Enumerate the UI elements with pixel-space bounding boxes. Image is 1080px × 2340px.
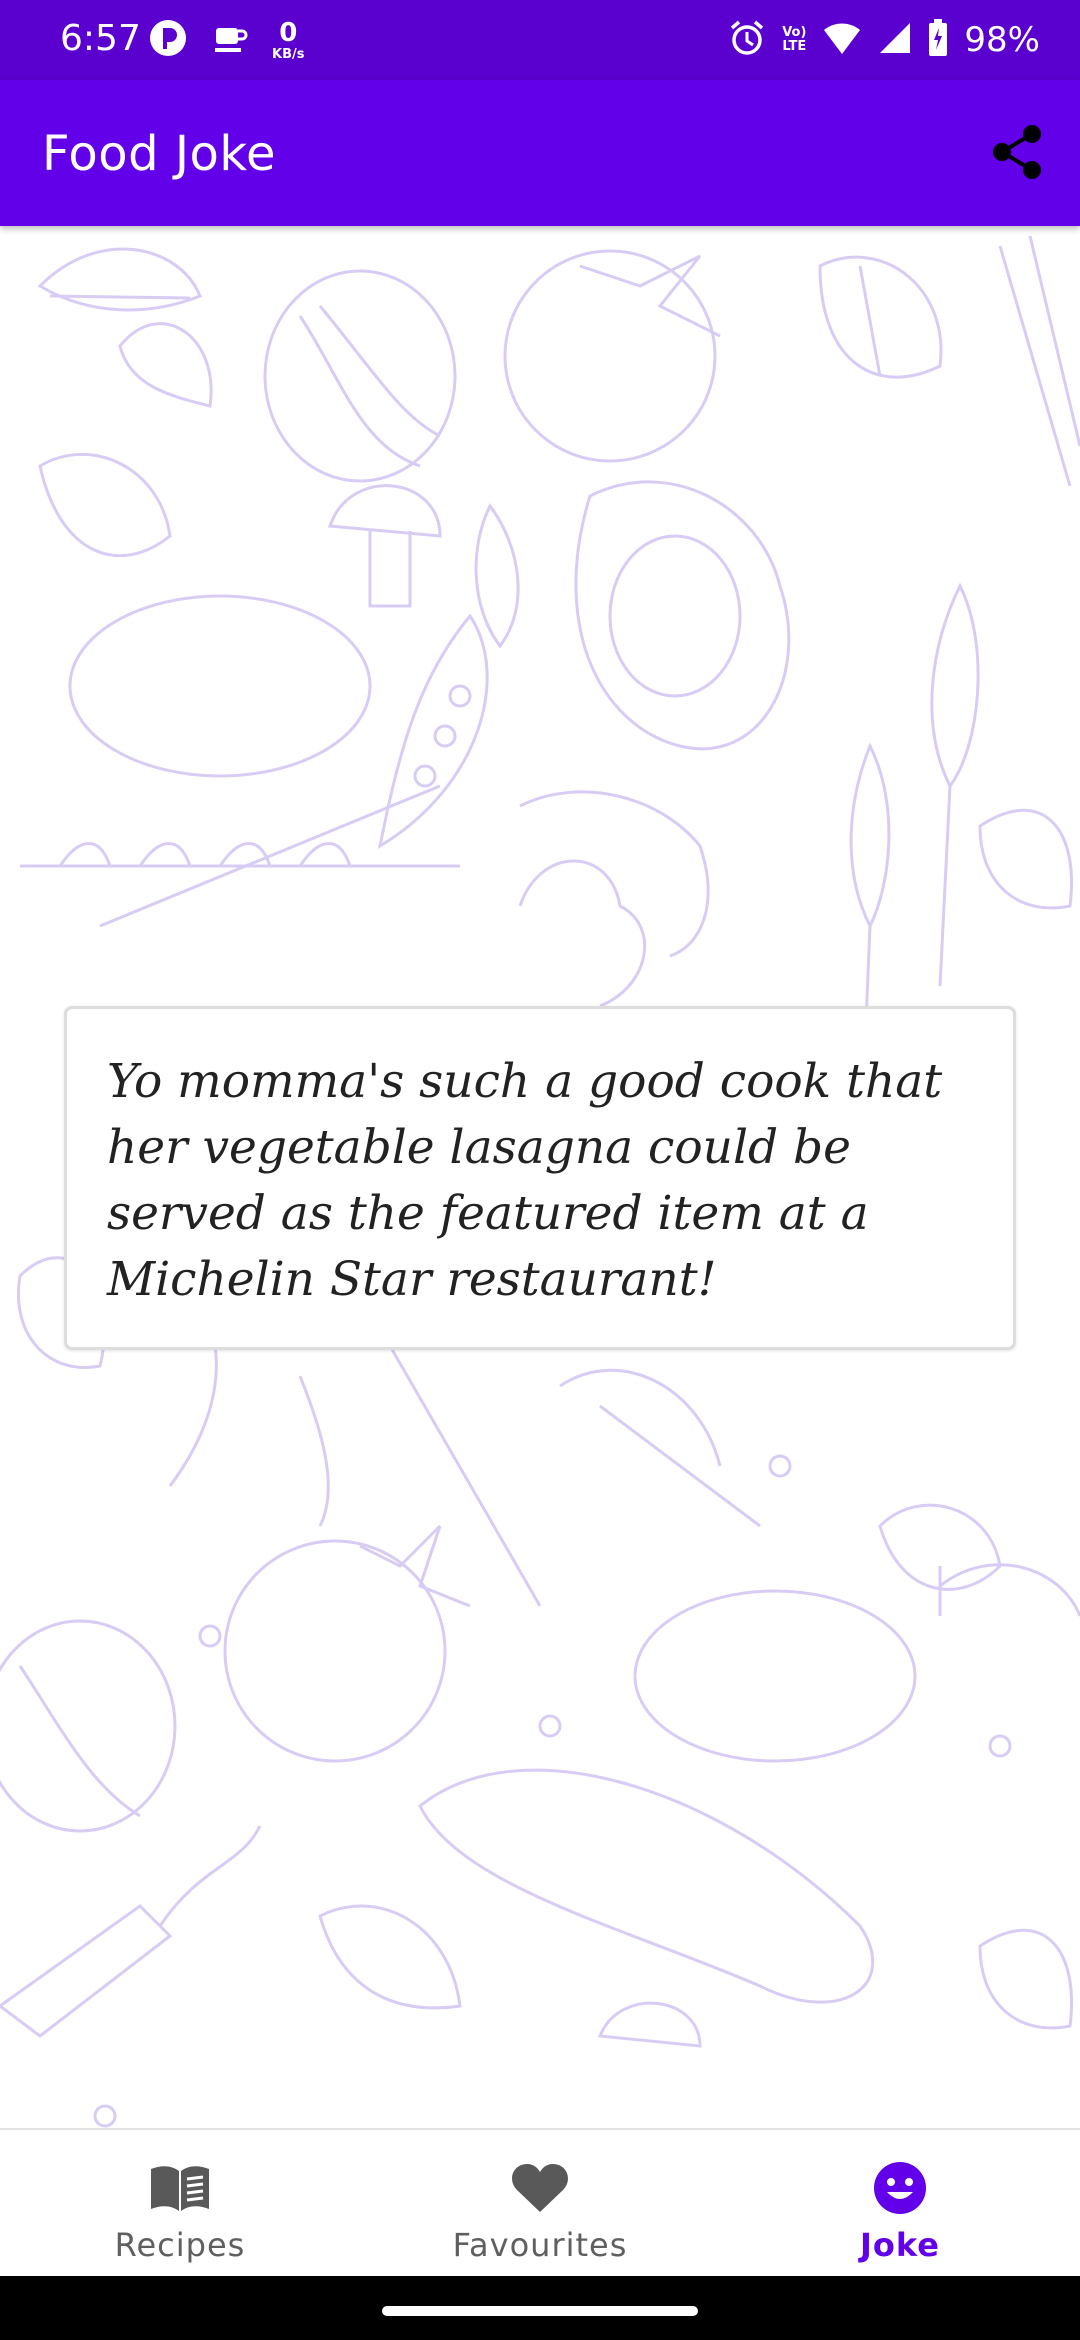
nav-item-joke[interactable]: Joke	[720, 2130, 1080, 2278]
status-notification-icons: 0 KB/s	[148, 16, 304, 64]
net-speed-value: 0	[279, 17, 298, 48]
battery-icon	[928, 19, 948, 61]
smiley-icon	[868, 2158, 932, 2218]
battery-percent: 98%	[964, 20, 1040, 60]
app-bar: Food Joke	[0, 80, 1080, 226]
joke-card: Yo momma's such a good cook that her veg…	[64, 1006, 1016, 1350]
status-bar: 6:57 0 KB/s Vo) LTE 98%	[0, 0, 1080, 80]
joke-text: Yo momma's such a good cook that her veg…	[107, 1054, 943, 1307]
net-speed-unit: KB/s	[272, 46, 305, 62]
app-notification-icon	[148, 18, 188, 62]
wifi-icon	[822, 20, 862, 60]
bottom-navigation: Recipes Favourites Joke	[0, 2128, 1080, 2278]
nav-label-favourites: Favourites	[452, 2226, 628, 2264]
lte-label: LTE	[782, 39, 807, 54]
home-gesture-handle[interactable]	[382, 2306, 698, 2316]
volte-label: Vo)	[782, 25, 807, 41]
share-icon	[990, 122, 1046, 186]
volte-indicator: Vo) LTE	[782, 26, 806, 53]
share-button[interactable]	[986, 122, 1050, 186]
joke-content-area: Yo momma's such a good cook that her veg…	[0, 226, 1080, 2128]
net-speed-indicator: 0 KB/s	[272, 20, 304, 61]
alarm-icon	[728, 19, 766, 61]
signal-icon	[878, 21, 912, 59]
book-icon	[148, 2158, 212, 2218]
nav-label-joke: Joke	[859, 2226, 940, 2264]
nav-label-recipes: Recipes	[114, 2226, 246, 2264]
food-joke-screen: 6:57 0 KB/s Vo) LTE 98% Food Joke Yo mom…	[0, 0, 1080, 2340]
app-title: Food Joke	[42, 126, 276, 182]
nav-item-favourites[interactable]: Favourites	[360, 2130, 720, 2278]
nav-item-recipes[interactable]: Recipes	[0, 2130, 360, 2278]
cup-icon	[210, 18, 250, 62]
heart-icon	[508, 2158, 572, 2218]
status-time: 6:57	[60, 18, 141, 59]
gesture-navigation-bar	[0, 2276, 1080, 2340]
status-system-icons: Vo) LTE 98%	[728, 14, 1040, 66]
